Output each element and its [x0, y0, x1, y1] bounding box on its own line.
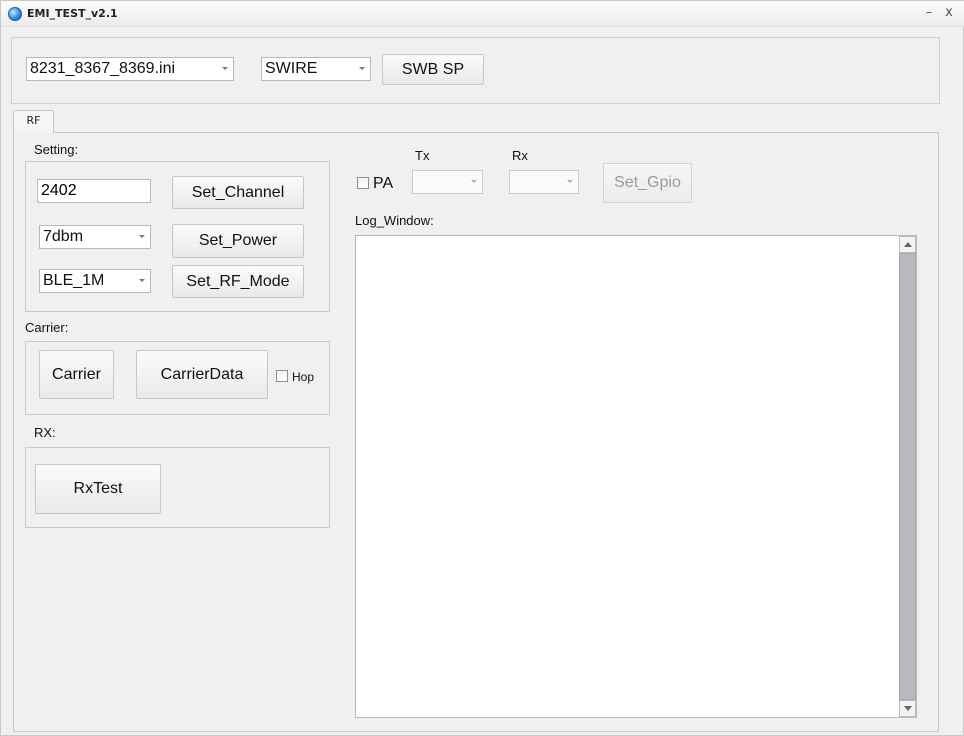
rf-mode-combo[interactable]: BLE_1M — [39, 269, 151, 293]
tab-rf[interactable]: RF — [13, 110, 54, 133]
chevron-down-icon — [359, 67, 365, 70]
rx-gpio-combo[interactable] — [509, 170, 579, 194]
log-content — [356, 236, 916, 244]
scroll-down-button[interactable] — [899, 700, 916, 717]
hop-checkbox[interactable] — [276, 370, 288, 382]
pa-label: PA — [373, 175, 394, 192]
interface-value: SWIRE — [265, 60, 318, 77]
close-button[interactable]: x — [941, 5, 957, 21]
set-rf-mode-button[interactable]: Set_RF_Mode — [172, 265, 304, 298]
tx-label: Tx — [415, 148, 430, 163]
chevron-down-icon — [222, 67, 228, 70]
minimize-button[interactable]: – — [921, 5, 937, 21]
carrier-data-button[interactable]: CarrierData — [136, 350, 268, 399]
chevron-down-icon — [139, 235, 145, 238]
channel-input[interactable] — [37, 179, 151, 203]
hop-label: Hop — [292, 370, 315, 384]
window-title: EMI_TEST_v2.1 — [27, 7, 118, 20]
power-combo[interactable]: 7dbm — [39, 225, 151, 249]
config-file-value: 8231_8367_8369.ini — [30, 60, 176, 77]
rx-group-label: RX: — [34, 425, 56, 440]
swb-sp-button[interactable]: SWB SP — [382, 54, 484, 85]
rx-label: Rx — [512, 148, 528, 163]
scroll-thumb[interactable] — [899, 253, 916, 700]
power-value: 7dbm — [43, 228, 84, 245]
chevron-down-icon — [567, 180, 573, 183]
set-gpio-button[interactable]: Set_Gpio — [603, 163, 692, 203]
arrow-up-icon — [904, 242, 912, 247]
rx-test-button[interactable]: RxTest — [35, 464, 161, 514]
set-channel-button[interactable]: Set_Channel — [172, 176, 304, 209]
setting-label: Setting: — [34, 142, 79, 157]
scroll-up-button[interactable] — [899, 236, 916, 253]
log-window[interactable] — [355, 235, 917, 718]
chevron-down-icon — [471, 180, 477, 183]
rf-mode-value: BLE_1M — [43, 272, 105, 289]
app-window: EMI_TEST_v2.1 – x 8231_8367_8369.ini SWI… — [0, 0, 964, 736]
interface-combo[interactable]: SWIRE — [261, 57, 371, 81]
title-bar — [1, 1, 964, 27]
chevron-down-icon — [139, 279, 145, 282]
carrier-button[interactable]: Carrier — [39, 350, 114, 399]
pa-checkbox[interactable] — [357, 177, 369, 189]
log-window-label: Log_Window: — [355, 213, 434, 228]
arrow-down-icon — [904, 706, 912, 711]
config-file-combo[interactable]: 8231_8367_8369.ini — [26, 57, 234, 81]
set-power-button[interactable]: Set_Power — [172, 224, 304, 258]
carrier-label: Carrier: — [25, 320, 69, 335]
tx-gpio-combo[interactable] — [412, 170, 483, 194]
app-globe-icon — [8, 7, 22, 21]
